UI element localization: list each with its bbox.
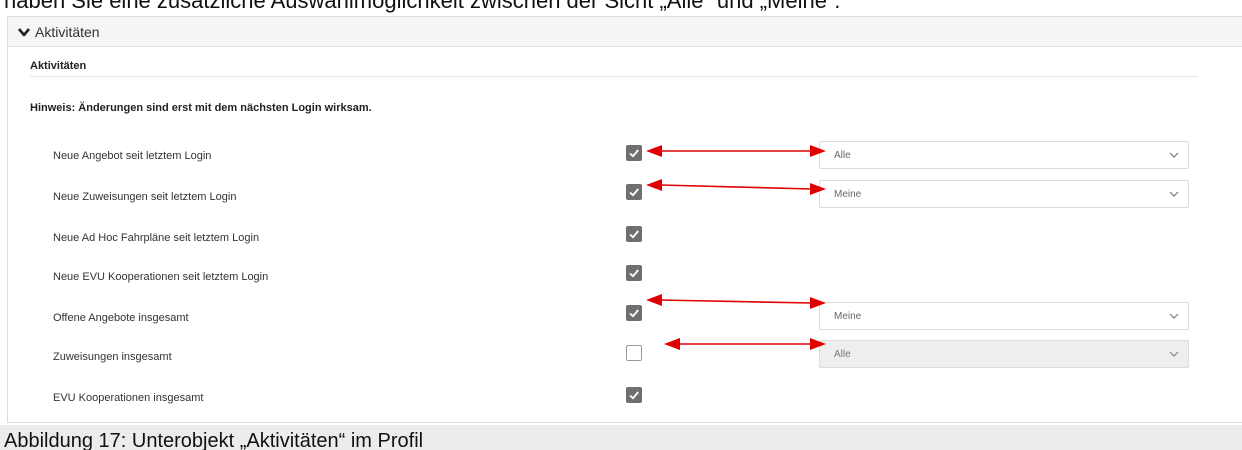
select-neue-angebot[interactable]: Alle: [819, 141, 1189, 169]
checkmark-icon: [629, 309, 639, 318]
row-label-neue-zuweisungen: Neue Zuweisungen seit letztem Login: [53, 191, 237, 203]
caret-down-icon: [1169, 351, 1179, 357]
select-offene-angebote[interactable]: Meine: [819, 302, 1189, 330]
document-top-text: haben Sie eine zusätzliche Auswahlmöglic…: [4, 0, 841, 13]
checkmark-icon: [629, 391, 639, 400]
checkbox-neue-evu-kooperationen[interactable]: [626, 265, 642, 281]
caret-down-icon: [1169, 152, 1179, 158]
select-value: Meine: [834, 310, 862, 322]
select-zuweisungen-insgesamt: Alle: [819, 340, 1189, 368]
row-label-neue-ad-hoc: Neue Ad Hoc Fahrpläne seit letztem Login: [53, 232, 260, 244]
checkmark-icon: [629, 149, 639, 158]
select-value: Alle: [834, 149, 851, 161]
section-divider: [30, 76, 1198, 77]
caret-down-icon: [1169, 313, 1179, 319]
hint-text: Hinweis: Änderungen sind erst mit dem nä…: [30, 102, 372, 114]
checkbox-neue-ad-hoc[interactable]: [626, 226, 642, 242]
figure-caption: Abbildung 17: Unterobjekt „Aktivitäten“ …: [4, 430, 424, 450]
row-label-neue-angebot: Neue Angebot seit letztem Login: [53, 150, 212, 162]
section-title: Aktivitäten: [30, 60, 87, 72]
checkbox-zuweisungen-insgesamt[interactable]: [626, 345, 642, 361]
row-label-offene-angebote: Offene Angebote insgesamt: [53, 312, 189, 324]
caret-down-icon: [1169, 191, 1179, 197]
panel-header-label: Aktivitäten: [35, 23, 100, 40]
checkbox-neue-angebot[interactable]: [626, 145, 642, 161]
activities-panel-header[interactable]: Aktivitäten: [8, 17, 1242, 47]
row-label-evu-kooperationen-insgesamt: EVU Kooperationen insgesamt: [53, 392, 204, 404]
select-value: Alle: [834, 348, 851, 360]
checkbox-offene-angebote[interactable]: [626, 305, 642, 321]
row-label-neue-evu-kooperationen: Neue EVU Kooperationen seit letztem Logi…: [53, 271, 269, 283]
checkbox-evu-kooperationen-insgesamt[interactable]: [626, 387, 642, 403]
checkmark-icon: [629, 188, 639, 197]
select-value: Meine: [834, 188, 862, 200]
select-neue-zuweisungen[interactable]: Meine: [819, 180, 1189, 208]
checkbox-neue-zuweisungen[interactable]: [626, 184, 642, 200]
checkmark-icon: [629, 230, 639, 239]
checkmark-icon: [629, 269, 639, 278]
row-label-zuweisungen-insgesamt: Zuweisungen insgesamt: [53, 351, 172, 363]
chevron-down-icon: [18, 27, 30, 36]
